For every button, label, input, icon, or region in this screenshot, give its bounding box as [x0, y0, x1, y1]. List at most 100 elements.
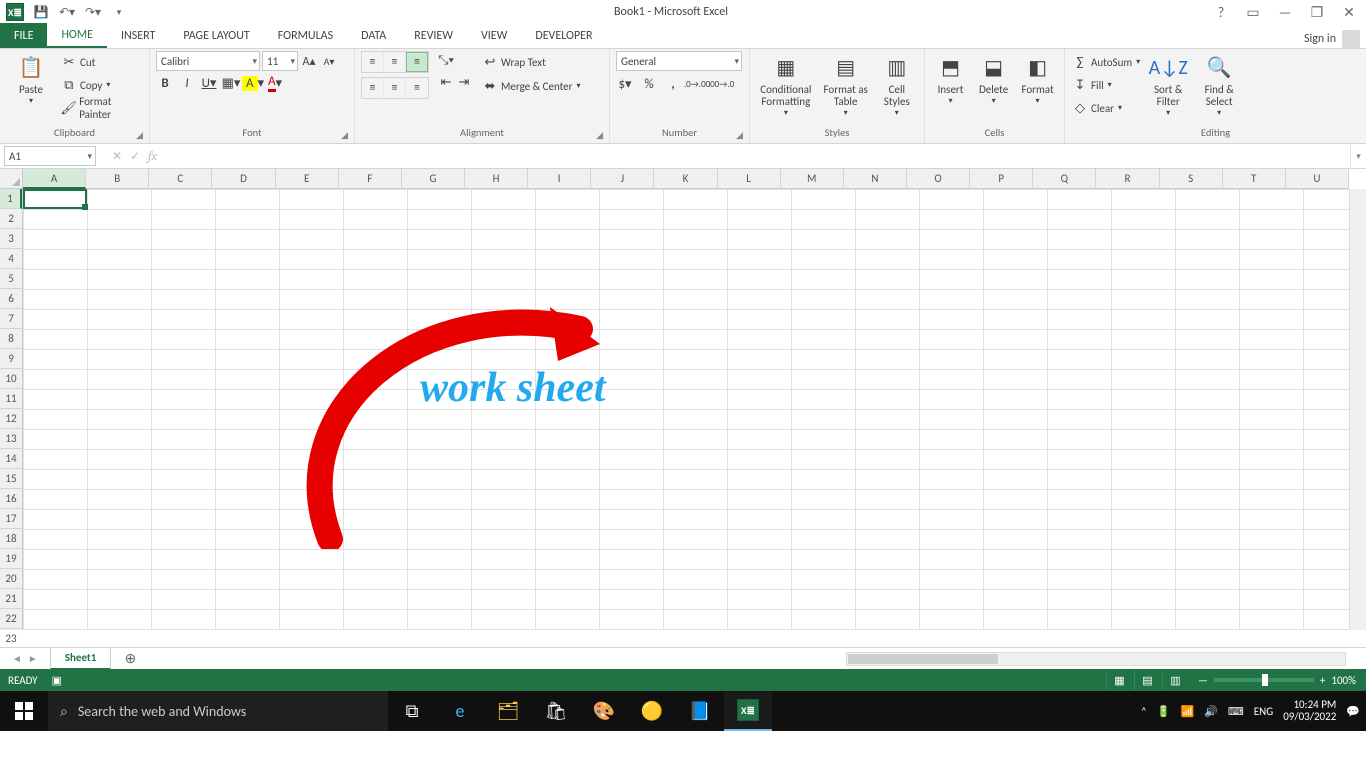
column-header-N[interactable]: N — [844, 169, 907, 189]
column-header-H[interactable]: H — [465, 169, 528, 189]
sheet-nav-next[interactable]: ► — [28, 652, 38, 665]
decrease-font-button[interactable]: A▾ — [320, 52, 338, 70]
decrease-decimal-button[interactable]: .00→.0 — [712, 75, 730, 93]
row-header-3[interactable]: 3 — [0, 229, 22, 249]
fill-button[interactable]: ↧Fill▾ — [1071, 74, 1140, 96]
autosum-button[interactable]: ∑AutoSum▾ — [1071, 51, 1140, 73]
column-header-S[interactable]: S — [1160, 169, 1223, 189]
column-header-C[interactable]: C — [149, 169, 212, 189]
column-headers[interactable]: ABCDEFGHIJKLMNOPQRSTU — [23, 169, 1349, 189]
row-header-9[interactable]: 9 — [0, 349, 22, 369]
expand-formula-bar-button[interactable]: ▾ — [1350, 144, 1366, 168]
increase-decimal-button[interactable]: .0→.00 — [688, 75, 706, 93]
tray-notifications-icon[interactable]: 💬 — [1346, 705, 1360, 718]
row-header-14[interactable]: 14 — [0, 449, 22, 469]
row-header-1[interactable]: 1 — [0, 189, 22, 209]
underline-button[interactable]: U▾ — [200, 74, 218, 92]
row-header-19[interactable]: 19 — [0, 549, 22, 569]
page-break-view-button[interactable]: ▥ — [1162, 670, 1188, 690]
tab-view[interactable]: VIEW — [467, 23, 521, 48]
zoom-out-button[interactable]: — — [1198, 674, 1208, 687]
row-header-18[interactable]: 18 — [0, 529, 22, 549]
tab-home[interactable]: HOME — [47, 23, 107, 48]
row-header-8[interactable]: 8 — [0, 329, 22, 349]
column-header-U[interactable]: U — [1286, 169, 1349, 189]
row-header-12[interactable]: 12 — [0, 409, 22, 429]
alignment-dialog-launcher[interactable]: ◢ — [596, 130, 603, 141]
column-header-F[interactable]: F — [339, 169, 402, 189]
accounting-format-button[interactable]: $▾ — [616, 75, 634, 93]
clear-button[interactable]: ◇Clear▾ — [1071, 97, 1140, 119]
paste-button[interactable]: 📋 Paste ▾ — [6, 51, 56, 106]
font-dialog-launcher[interactable]: ◢ — [341, 130, 348, 141]
macro-record-button[interactable]: ▣ — [52, 674, 62, 687]
row-header-16[interactable]: 16 — [0, 489, 22, 509]
name-box[interactable]: A1 — [4, 146, 96, 166]
tab-formulas[interactable]: FORMULAS — [264, 23, 347, 48]
row-header-21[interactable]: 21 — [0, 589, 22, 609]
font-size-dropdown[interactable]: 11 — [262, 51, 298, 71]
wrap-text-button[interactable]: ↩Wrap Text — [481, 51, 581, 73]
row-header-20[interactable]: 20 — [0, 569, 22, 589]
merge-center-button[interactable]: ⬌Merge & Center▾ — [481, 75, 581, 97]
column-header-T[interactable]: T — [1223, 169, 1286, 189]
find-select-button[interactable]: 🔍Find & Select▾ — [1196, 51, 1242, 118]
tray-wifi-icon[interactable]: 📶 — [1180, 705, 1194, 718]
page-layout-view-button[interactable]: ▤ — [1134, 670, 1160, 690]
tray-language[interactable]: ENG — [1254, 705, 1273, 718]
undo-button[interactable]: ↶▾ — [56, 1, 78, 23]
taskbar-file-explorer-icon[interactable]: 🗂 — [484, 691, 532, 731]
column-header-G[interactable]: G — [402, 169, 465, 189]
ribbon-options-button[interactable]: ▭ — [1244, 4, 1262, 21]
taskbar-notepad-icon[interactable]: 📘 — [676, 691, 724, 731]
format-cells-button[interactable]: ◧Format▾ — [1017, 51, 1058, 106]
tray-battery-icon[interactable]: 🔋 — [1157, 705, 1171, 718]
taskbar-edge-icon[interactable]: e — [436, 691, 484, 731]
qat-customize-button[interactable]: ▾ — [108, 1, 130, 23]
tab-data[interactable]: DATA — [347, 23, 400, 48]
row-headers[interactable]: 1234567891011121314151617181920212223 — [0, 189, 23, 630]
horizontal-scrollbar[interactable] — [846, 652, 1346, 666]
zoom-in-button[interactable]: + — [1320, 674, 1325, 687]
vertical-scrollbar[interactable] — [1349, 189, 1366, 630]
tab-developer[interactable]: DEVELOPER — [521, 23, 606, 48]
column-header-M[interactable]: M — [781, 169, 844, 189]
tab-review[interactable]: REVIEW — [400, 23, 467, 48]
borders-button[interactable]: ▦▾ — [222, 74, 240, 92]
save-button[interactable]: 💾 — [30, 1, 52, 23]
bold-button[interactable]: B — [156, 74, 174, 92]
sign-in-link[interactable]: Sign in — [1304, 32, 1336, 46]
clipboard-dialog-launcher[interactable]: ◢ — [136, 130, 143, 141]
vertical-align-buttons[interactable]: ≡≡≡ — [361, 51, 429, 73]
row-header-10[interactable]: 10 — [0, 369, 22, 389]
restore-button[interactable]: ❐ — [1308, 4, 1326, 21]
close-button[interactable]: ✕ — [1340, 4, 1358, 21]
delete-cells-button[interactable]: ⬓Delete▾ — [974, 51, 1013, 106]
select-all-button[interactable] — [0, 169, 23, 189]
sort-filter-button[interactable]: A↓ZSort & Filter▾ — [1146, 51, 1190, 118]
column-header-K[interactable]: K — [654, 169, 717, 189]
tray-chevron-icon[interactable]: ˄ — [1141, 705, 1147, 718]
number-format-dropdown[interactable]: General — [616, 51, 742, 71]
new-sheet-button[interactable]: ⊕ — [119, 650, 141, 667]
excel-app-icon[interactable]: X≣ — [4, 1, 26, 23]
format-as-table-button[interactable]: ▤Format as Table▾ — [820, 51, 872, 118]
taskbar-search[interactable]: ⌕Search the web and Windows — [48, 691, 388, 731]
tray-volume-icon[interactable]: 🔊 — [1204, 705, 1218, 718]
help-button[interactable]: ? — [1212, 4, 1230, 21]
row-header-2[interactable]: 2 — [0, 209, 22, 229]
column-header-Q[interactable]: Q — [1033, 169, 1096, 189]
zoom-level[interactable]: 100% — [1331, 674, 1356, 687]
row-header-4[interactable]: 4 — [0, 249, 22, 269]
row-header-6[interactable]: 6 — [0, 289, 22, 309]
user-avatar-icon[interactable] — [1342, 30, 1360, 48]
column-header-D[interactable]: D — [212, 169, 275, 189]
taskbar-chrome-icon[interactable]: 🟡 — [628, 691, 676, 731]
insert-function-button[interactable]: fx — [148, 149, 157, 163]
column-header-L[interactable]: L — [718, 169, 781, 189]
normal-view-button[interactable]: ▦ — [1106, 670, 1132, 690]
row-header-22[interactable]: 22 — [0, 609, 22, 629]
comma-format-button[interactable]: , — [664, 75, 682, 93]
zoom-slider[interactable] — [1214, 678, 1314, 682]
column-header-P[interactable]: P — [970, 169, 1033, 189]
